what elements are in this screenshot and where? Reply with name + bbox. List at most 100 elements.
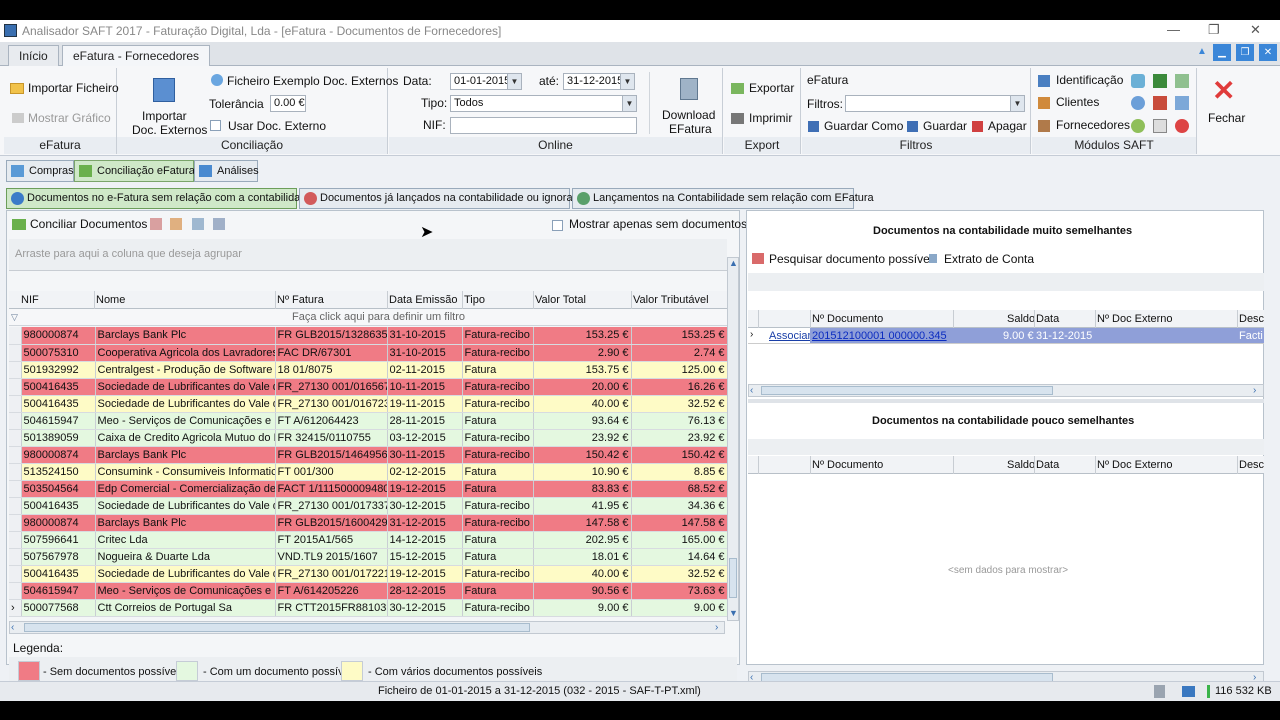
cell-date[interactable]: 31-10-2015 <box>387 327 463 345</box>
reconcile-button[interactable]: Conciliar Documentos <box>30 217 147 231</box>
cell-nif[interactable]: 500416435 <box>21 378 96 396</box>
cell-type[interactable]: Fatura <box>462 582 534 600</box>
cell-invoice[interactable]: FR 32415/0110755 <box>275 429 388 447</box>
vertical-scrollbar[interactable]: ▲ ▼ <box>727 257 739 621</box>
restore-icon[interactable]: ❐ <box>1208 22 1220 38</box>
cell-nif[interactable]: 503504564 <box>21 480 96 498</box>
row-indicator[interactable] <box>9 344 22 362</box>
cell-nif[interactable]: 500416435 <box>21 395 96 413</box>
tool-icon-3[interactable] <box>192 218 204 230</box>
cell-name[interactable]: Ctt Correios de Portugal Sa <box>95 599 276 617</box>
column-header-saldo[interactable]: Saldo <box>1007 459 1035 471</box>
cell-total[interactable]: 40.00 € <box>533 565 632 583</box>
cell-invoice[interactable]: FR_27130 001/016567 <box>275 378 388 396</box>
cell-invoice[interactable]: FR CTT2015FR8810316 <box>275 599 388 617</box>
chevron-down-icon[interactable]: ▼ <box>620 74 634 89</box>
column-header-date[interactable]: Data Emissão <box>389 294 457 306</box>
table-row[interactable]: 503504564 Edp Comercial - Comercialização… <box>9 480 727 498</box>
cell-type[interactable]: Fatura-recibo <box>462 497 534 515</box>
cell-date[interactable]: 02-12-2015 <box>387 463 463 481</box>
row-indicator[interactable] <box>9 463 22 481</box>
edit-icon[interactable] <box>1175 96 1189 110</box>
import-external-button-line2[interactable]: Doc. Externos <box>132 123 207 137</box>
cell-total[interactable]: 9.00 € <box>533 599 632 617</box>
cell-invoice[interactable]: FAC DR/67301 <box>275 344 388 362</box>
cell-name[interactable]: Barclays Bank Plc <box>95 446 276 464</box>
row-indicator[interactable] <box>9 565 22 583</box>
export-button[interactable]: Exportar <box>749 81 794 95</box>
cell-taxable[interactable]: 76.13 € <box>631 412 727 430</box>
column-header-saldo[interactable]: Saldo <box>1007 313 1035 325</box>
cell-taxable[interactable]: 125.00 € <box>631 361 727 379</box>
cell-name[interactable]: Barclays Bank Plc <box>95 327 276 345</box>
identification-button[interactable]: Identificação <box>1056 73 1123 87</box>
cell-type[interactable]: Fatura <box>462 412 534 430</box>
scroll-thumb[interactable] <box>24 623 530 632</box>
table-row[interactable]: › 500077568 Ctt Correios de Portugal Sa FR … <box>9 599 727 617</box>
cell-total[interactable]: 23.92 € <box>533 429 632 447</box>
tool-icon-4[interactable] <box>213 218 225 230</box>
cell-type[interactable]: Fatura-recibo <box>462 395 534 413</box>
cell-nif[interactable]: 500075310 <box>21 344 96 362</box>
cell-taxable[interactable]: 23.92 € <box>631 429 727 447</box>
cell-type[interactable]: Fatura-recibo <box>462 514 534 532</box>
example-file-button[interactable]: Ficheiro Exemplo Doc. Externos <box>227 74 398 88</box>
cell-invoice[interactable]: FR_27130 001/017221 <box>275 565 388 583</box>
cell-invoice[interactable]: FR GLB2015/1600429 <box>275 514 388 532</box>
cell-date[interactable]: 15-12-2015 <box>387 548 463 566</box>
cell-taxable[interactable]: 16.26 € <box>631 378 727 396</box>
cell-taxable[interactable]: 153.25 € <box>631 327 727 345</box>
note-icon[interactable] <box>1153 119 1167 133</box>
table-row[interactable]: 504615947 Meo - Serviços de Comunicações … <box>9 582 727 600</box>
table-row[interactable]: 501932992 Centralgest - Produção de Softw… <box>9 361 727 379</box>
module-icon[interactable] <box>1131 74 1145 88</box>
tab-conciliacao-efatura[interactable]: Conciliação eFatura <box>74 160 195 182</box>
cell-total[interactable]: 202.95 € <box>533 531 632 549</box>
cell-total[interactable]: 10.90 € <box>533 463 632 481</box>
cell-name[interactable]: Centralgest - Produção de Software Sa <box>95 361 276 379</box>
cell-taxable[interactable]: 32.52 € <box>631 395 727 413</box>
group-by-area[interactable] <box>748 273 1264 291</box>
print-button[interactable]: Imprimir <box>749 111 792 125</box>
cell-nif[interactable]: 980000874 <box>21 446 96 464</box>
tab-docs-launched[interactable]: Documentos já lançados na contabilidade … <box>299 188 590 209</box>
monitor-icon[interactable] <box>1182 686 1195 697</box>
cell-invoice[interactable]: FT 2015A1/565 <box>275 531 388 549</box>
import-file-button[interactable]: Importar Ficheiro <box>28 81 119 95</box>
cell-taxable[interactable]: 150.42 € <box>631 446 727 464</box>
cell-date[interactable]: 10-11-2015 <box>387 378 463 396</box>
cell-name[interactable]: Sociedade de Lubrificantes do Vale do C <box>95 497 276 515</box>
cell-taxable[interactable]: 9.00 € <box>631 599 727 617</box>
cell-name[interactable]: Consumink - Consumiveis Informaticos U <box>95 463 276 481</box>
minimize-icon[interactable]: — <box>1167 22 1180 37</box>
cell-total[interactable]: 41.95 € <box>533 497 632 515</box>
cell-invoice[interactable]: FT A/612064423 <box>275 412 388 430</box>
cell-date[interactable]: 02-11-2015 <box>387 361 463 379</box>
cell-date[interactable]: 28-11-2015 <box>387 412 463 430</box>
cell-name[interactable]: Barclays Bank Plc <box>95 514 276 532</box>
table-row[interactable]: 500416435 Sociedade de Lubrificantes do V… <box>9 497 727 515</box>
cell-type[interactable]: Fatura-recibo <box>462 599 534 617</box>
truck-icon[interactable] <box>1153 74 1167 88</box>
gear-icon[interactable] <box>1131 119 1145 133</box>
use-external-checkbox[interactable] <box>210 120 221 131</box>
cell-type[interactable]: Fatura-recibo <box>462 327 534 345</box>
statement-button[interactable]: Extrato de Conta <box>944 252 1034 266</box>
column-header-doc[interactable]: Nº Documento <box>812 459 883 471</box>
cell-invoice[interactable]: 18 01/8075 <box>275 361 388 379</box>
column-header-ext[interactable]: Nº Doc Externo <box>1097 313 1173 325</box>
tab-accounting-no-relation[interactable]: Lançamentos na Contabilidade sem relação… <box>572 188 874 209</box>
column-header-total[interactable]: Valor Total <box>535 294 586 306</box>
column-header-name[interactable]: Nome <box>96 294 125 306</box>
column-header-data[interactable]: Data <box>1036 459 1059 471</box>
cell-name[interactable]: Sociedade de Lubrificantes do Vale do C <box>95 395 276 413</box>
scroll-right-icon[interactable]: › <box>1253 385 1256 396</box>
cell-invoice[interactable]: FT 001/300 <box>275 463 388 481</box>
cell-date[interactable]: 28-12-2015 <box>387 582 463 600</box>
globe-icon[interactable] <box>1131 96 1145 110</box>
row-indicator[interactable] <box>9 497 22 515</box>
cell-invoice[interactable]: FT A/614205226 <box>275 582 388 600</box>
row-indicator[interactable] <box>9 429 22 447</box>
scroll-thumb[interactable] <box>761 386 1053 395</box>
table-row[interactable]: 980000874 Barclays Bank Plc FR GLB2015/132… <box>9 327 727 345</box>
